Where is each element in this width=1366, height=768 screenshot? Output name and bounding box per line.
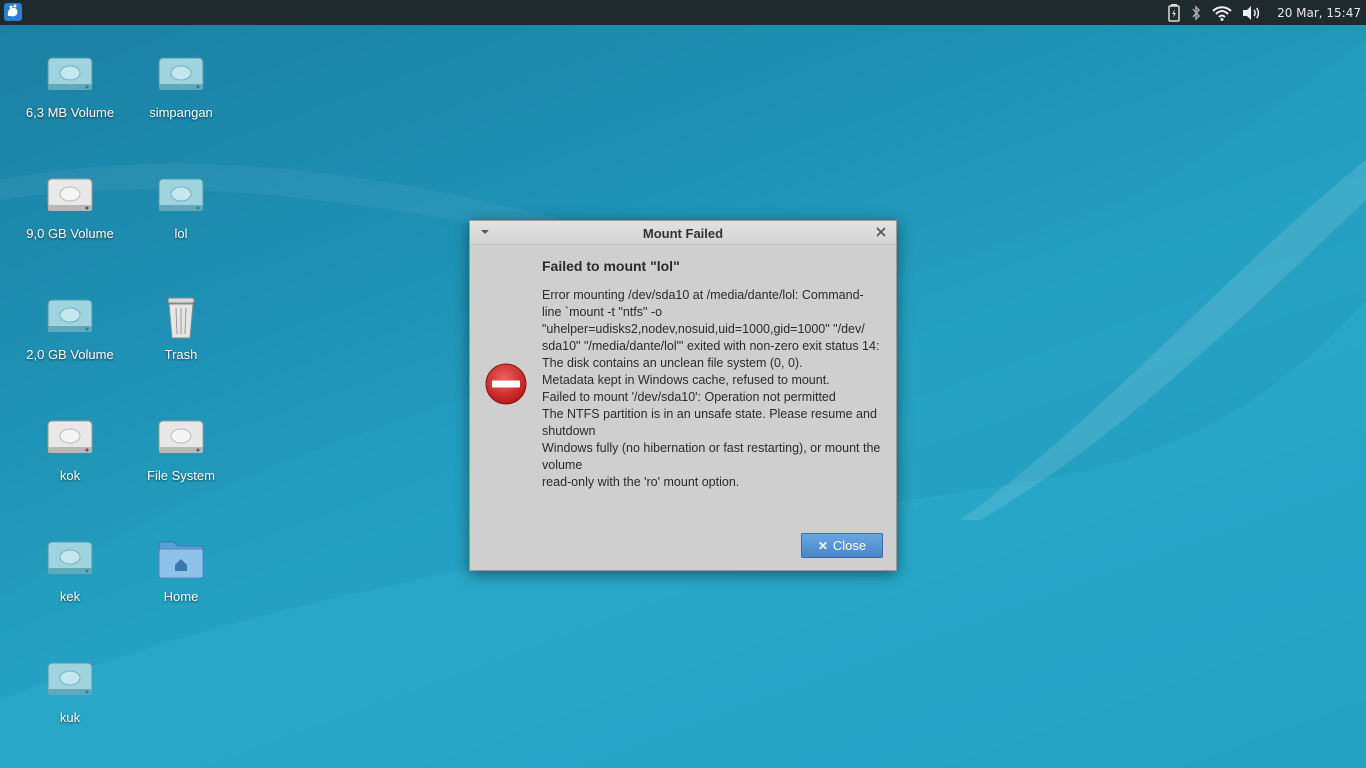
close-icon bbox=[876, 227, 886, 237]
drive-icon bbox=[156, 415, 206, 465]
drive-icon bbox=[156, 173, 206, 223]
dialog-titlebar[interactable]: Mount Failed bbox=[470, 221, 896, 245]
clock[interactable]: 20 Mar, 15:47 bbox=[1277, 6, 1361, 20]
mount-failed-dialog: Mount Failed Failed to mount "lol" Error… bbox=[469, 220, 897, 571]
drive-icon bbox=[156, 52, 206, 102]
bluetooth-icon[interactable] bbox=[1190, 4, 1202, 21]
message-line: The disk contains an unclean file system… bbox=[542, 356, 803, 370]
drive-icon bbox=[45, 52, 95, 102]
window-close-button[interactable] bbox=[874, 225, 888, 239]
drive-icon bbox=[45, 657, 95, 707]
desktop-icon-kek[interactable]: kek bbox=[15, 536, 125, 604]
drive-icon bbox=[45, 294, 95, 344]
desktop-icon-label: kuk bbox=[59, 710, 81, 725]
volume-icon[interactable] bbox=[1242, 5, 1262, 21]
desktop-icon-volume-2gb[interactable]: 2,0 GB Volume bbox=[15, 294, 125, 362]
desktop-icon-simpangan[interactable]: simpangan bbox=[126, 52, 236, 120]
drive-icon bbox=[45, 536, 95, 586]
desktop-icon-label: kok bbox=[59, 468, 81, 483]
desktop-icon-label: 9,0 GB Volume bbox=[26, 226, 114, 241]
message-line: Metadata kept in Windows cache, refused … bbox=[542, 373, 830, 387]
desktop-icon-label: kek bbox=[59, 589, 81, 604]
drive-icon bbox=[45, 173, 95, 223]
desktop-icon-label: Trash bbox=[164, 347, 198, 362]
desktop-icon-trash[interactable]: Trash bbox=[126, 294, 236, 362]
desktop-icon-label: simpangan bbox=[149, 105, 213, 120]
desktop-icon-label: File System bbox=[147, 468, 215, 483]
dialog-title: Mount Failed bbox=[642, 226, 724, 241]
error-message: Error mounting /dev/sda10 at /media/dant… bbox=[542, 287, 888, 491]
desktop-icon-kok[interactable]: kok bbox=[15, 415, 125, 483]
trash-icon bbox=[156, 294, 206, 344]
message-line: Windows fully (no hibernation or fast re… bbox=[542, 441, 881, 455]
desktop-icon-volume-9gb[interactable]: 9,0 GB Volume bbox=[15, 173, 125, 241]
desktop-icon-file-system[interactable]: File System bbox=[126, 415, 236, 483]
close-icon: ✕ bbox=[817, 538, 828, 553]
error-heading: Failed to mount "lol" bbox=[542, 258, 680, 274]
message-line: sda10" "/media/dante/lol"' exited with n… bbox=[542, 339, 880, 353]
system-tray: 20 Mar, 15:47 bbox=[1163, 0, 1366, 25]
desktop-icon-label: 2,0 GB Volume bbox=[26, 347, 114, 362]
drive-icon bbox=[45, 415, 95, 465]
message-line: Error mounting /dev/sda10 at /media/dant… bbox=[542, 288, 864, 302]
desktop-icon-label: lol bbox=[174, 226, 188, 241]
message-line: shutdown bbox=[542, 424, 596, 438]
desktop-icon-kuk[interactable]: kuk bbox=[15, 657, 125, 725]
wifi-icon[interactable] bbox=[1212, 5, 1232, 21]
message-line: line `mount -t "ntfs" -o bbox=[542, 305, 663, 319]
desktop-icon-lol[interactable]: lol bbox=[126, 173, 236, 241]
message-line: The NTFS partition is in an unsafe state… bbox=[542, 407, 877, 421]
battery-icon[interactable] bbox=[1168, 3, 1180, 22]
message-line: volume bbox=[542, 458, 583, 472]
error-icon bbox=[485, 363, 527, 405]
desktop-icon-label: Home bbox=[163, 589, 199, 604]
desktop-icon-label: 6,3 MB Volume bbox=[25, 105, 115, 120]
message-line: read-only with the 'ro' mount option. bbox=[542, 475, 740, 489]
desktop-icon-volume-6mb[interactable]: 6,3 MB Volume bbox=[15, 52, 125, 120]
message-line: Failed to mount '/dev/sda10': Operation … bbox=[542, 390, 836, 404]
close-button-label: Close bbox=[832, 538, 867, 553]
xfce-logo-icon bbox=[4, 3, 22, 21]
desktop-icon-home[interactable]: Home bbox=[126, 536, 236, 604]
message-line: "uhelper=udisks2,nodev,nosuid,uid=1000,g… bbox=[542, 322, 865, 336]
top-panel: 20 Mar, 15:47 bbox=[0, 0, 1366, 25]
whisker-menu-button[interactable] bbox=[3, 2, 23, 22]
home-folder-icon bbox=[156, 536, 206, 586]
close-button[interactable]: ✕ Close bbox=[801, 533, 883, 558]
